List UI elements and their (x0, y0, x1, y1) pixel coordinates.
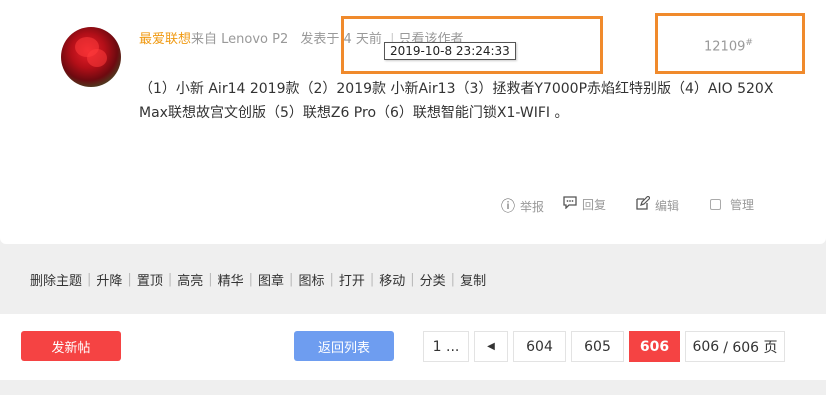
page-current: 606 (629, 331, 680, 362)
moderation-bar: 删除主题 | 升降 | 置顶 | 高亮 | 精华 | 图章 | 图标 | 打开 | 移动 | 分类… (30, 270, 491, 289)
mod-sticky[interactable]: 置顶 (132, 270, 168, 289)
next-card-edge (0, 395, 826, 410)
info-circle-icon: ⓘ (501, 199, 515, 215)
avatar[interactable] (61, 27, 121, 87)
page-total: / 606 页 (723, 339, 778, 356)
comment-icon (563, 196, 577, 213)
floor-mark: # (745, 38, 753, 48)
mod-delete-topic[interactable]: 删除主题 (30, 270, 87, 289)
mod-open[interactable]: 打开 (334, 270, 370, 289)
edit-icon (636, 195, 651, 214)
bottom-toolbar: 发新帖 返回列表 1 ... ◀ 604 605 606 606 / 606 页 (0, 314, 826, 380)
page-prev-button[interactable]: ◀ (474, 331, 508, 362)
post-content: （1）小新 Air14 2019款（2）2019款 小新Air13（3）拯救者Y… (139, 81, 774, 121)
mod-digest[interactable]: 精华 (213, 270, 249, 289)
device-source: 来自 Lenovo P2 (191, 32, 289, 47)
highlight-box-time (341, 16, 603, 74)
mod-move[interactable]: 移动 (374, 270, 410, 289)
reply-label: 回复 (582, 198, 607, 212)
report-label: 举报 (520, 199, 545, 214)
mod-highlight[interactable]: 高亮 (172, 270, 208, 289)
mod-bump[interactable]: 升降 (91, 270, 127, 289)
mod-icon[interactable]: 图标 (293, 270, 329, 289)
new-post-button[interactable]: 发新帖 (21, 331, 121, 361)
page-jump-input[interactable]: 606 (692, 339, 719, 355)
manage-label: 管理 (730, 198, 755, 212)
page-605[interactable]: 605 (571, 331, 624, 362)
page-604[interactable]: 604 (513, 331, 566, 362)
mod-copy[interactable]: 复制 (455, 270, 491, 289)
edit-button[interactable]: 编辑 (636, 195, 680, 214)
pagination: 1 ... ◀ 604 605 606 606 / 606 页 (423, 331, 785, 362)
triangle-left-icon: ◀ (487, 341, 495, 352)
reply-button[interactable]: 回复 (563, 196, 606, 213)
mod-category[interactable]: 分类 (415, 270, 451, 289)
manage-checkbox-box[interactable] (710, 199, 721, 210)
page-first[interactable]: 1 ... (423, 331, 469, 362)
manage-checkbox[interactable]: 管理 (710, 196, 754, 213)
floor-number[interactable]: 12109# (704, 38, 753, 54)
post-card: 最爱联想来自 Lenovo P2 发表于 4 天前 | 只看该作者 2019-10… (0, 0, 826, 244)
report-button[interactable]: ⓘ 举报 (501, 196, 544, 216)
back-to-list-button[interactable]: 返回列表 (294, 331, 394, 361)
mod-stamp[interactable]: 图章 (253, 270, 289, 289)
floor-number-value: 12109 (704, 39, 746, 55)
edit-label: 编辑 (655, 198, 680, 213)
author-link[interactable]: 最爱联想 (139, 32, 191, 47)
page-jump: 606 / 606 页 (685, 331, 785, 362)
